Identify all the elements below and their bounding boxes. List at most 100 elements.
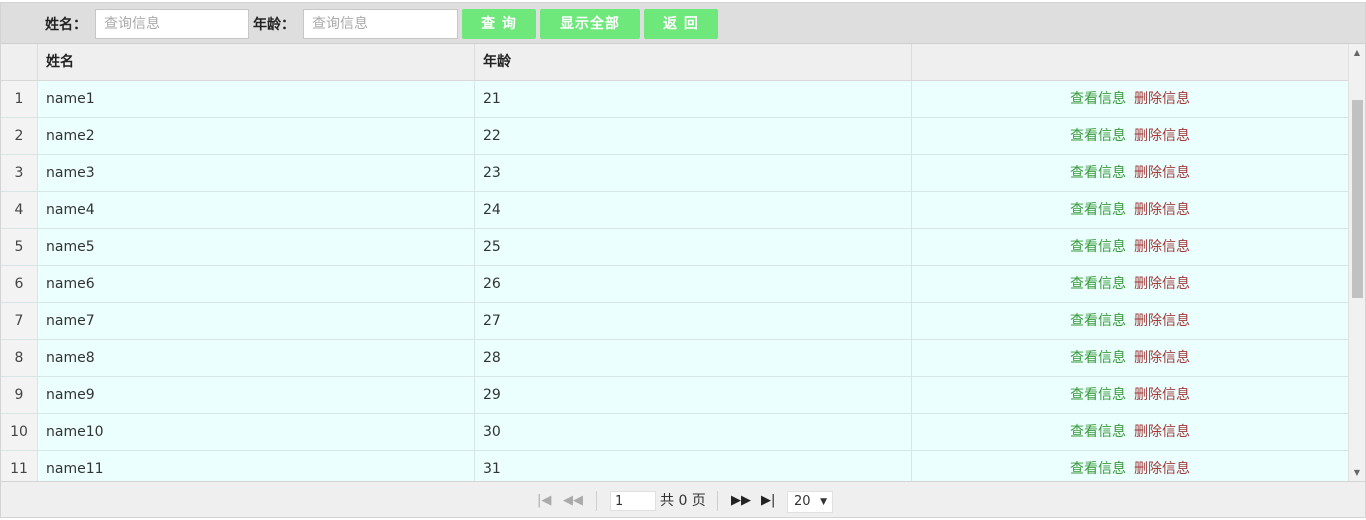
table-body: 1 name1 21 查看信息 删除信息 2 name2 22 查看信息 删除信息 3 name3 23… — [1, 81, 1348, 481]
row-number: 4 — [1, 192, 38, 228]
vertical-scrollbar[interactable]: ▲ ▼ — [1348, 44, 1365, 481]
first-page-icon[interactable]: |◀ — [537, 491, 551, 511]
last-page-icon[interactable]: ▶| — [761, 491, 775, 511]
age-cell: 22 — [475, 118, 912, 154]
row-number: 7 — [1, 303, 38, 339]
next-page-icon[interactable]: ▶▶ — [731, 491, 751, 511]
delete-info-link[interactable]: 删除信息 — [1134, 239, 1190, 255]
pager-divider — [717, 491, 718, 511]
table-row[interactable]: 10 name10 30 查看信息 删除信息 — [1, 414, 1348, 451]
name-cell: name10 — [38, 414, 475, 450]
name-cell: name4 — [38, 192, 475, 228]
page-size-value: 20 — [794, 494, 811, 509]
view-info-link[interactable]: 查看信息 — [1070, 461, 1126, 477]
scrollbar-thumb[interactable] — [1352, 100, 1363, 298]
row-number: 1 — [1, 81, 38, 117]
age-cell: 23 — [475, 155, 912, 191]
view-info-link[interactable]: 查看信息 — [1070, 387, 1126, 403]
page-number-input[interactable] — [610, 491, 656, 511]
actions-cell: 查看信息 删除信息 — [912, 303, 1348, 339]
view-info-link[interactable]: 查看信息 — [1070, 128, 1126, 144]
header-age[interactable]: 年龄 — [475, 44, 912, 81]
table-row[interactable]: 2 name2 22 查看信息 删除信息 — [1, 118, 1348, 155]
age-label: 年龄： — [253, 17, 295, 33]
delete-info-link[interactable]: 删除信息 — [1134, 276, 1190, 292]
search-toolbar: 姓名： 年龄： 查 询 显示全部 返 回 — [1, 3, 1365, 44]
actions-cell: 查看信息 删除信息 — [912, 155, 1348, 191]
row-number: 9 — [1, 377, 38, 413]
view-info-link[interactable]: 查看信息 — [1070, 239, 1126, 255]
table-row[interactable]: 7 name7 27 查看信息 删除信息 — [1, 303, 1348, 340]
age-cell: 31 — [475, 451, 912, 481]
total-pages-text: 共 0 页 — [660, 493, 706, 509]
view-info-link[interactable]: 查看信息 — [1070, 276, 1126, 292]
age-cell: 24 — [475, 192, 912, 228]
actions-cell: 查看信息 删除信息 — [912, 451, 1348, 481]
table-row[interactable]: 1 name1 21 查看信息 删除信息 — [1, 81, 1348, 118]
view-info-link[interactable]: 查看信息 — [1070, 202, 1126, 218]
row-number: 11 — [1, 451, 38, 481]
view-info-link[interactable]: 查看信息 — [1070, 91, 1126, 107]
view-info-link[interactable]: 查看信息 — [1070, 165, 1126, 181]
name-cell: name8 — [38, 340, 475, 376]
delete-info-link[interactable]: 删除信息 — [1134, 424, 1190, 440]
delete-info-link[interactable]: 删除信息 — [1134, 387, 1190, 403]
delete-info-link[interactable]: 删除信息 — [1134, 128, 1190, 144]
table-row[interactable]: 4 name4 24 查看信息 删除信息 — [1, 192, 1348, 229]
actions-cell: 查看信息 删除信息 — [912, 414, 1348, 450]
delete-info-link[interactable]: 删除信息 — [1134, 313, 1190, 329]
table-row[interactable]: 8 name8 28 查看信息 删除信息 — [1, 340, 1348, 377]
age-cell: 27 — [475, 303, 912, 339]
age-search-input[interactable] — [303, 9, 458, 39]
delete-info-link[interactable]: 删除信息 — [1134, 461, 1190, 477]
header-rownum — [1, 44, 38, 81]
actions-cell: 查看信息 删除信息 — [912, 377, 1348, 413]
show-all-button[interactable]: 显示全部 — [540, 9, 640, 39]
delete-info-link[interactable]: 删除信息 — [1134, 350, 1190, 366]
table-header: 姓名 年龄 — [1, 44, 1348, 81]
actions-cell: 查看信息 删除信息 — [912, 192, 1348, 228]
age-cell: 29 — [475, 377, 912, 413]
header-name[interactable]: 姓名 — [38, 44, 475, 81]
name-cell: name7 — [38, 303, 475, 339]
scroll-down-arrow-icon[interactable]: ▼ — [1349, 464, 1365, 481]
data-grid-panel: 姓名： 年龄： 查 询 显示全部 返 回 姓名 年龄 1name121查看信息删… — [0, 2, 1366, 518]
row-number: 5 — [1, 229, 38, 265]
page-size-select[interactable]: 20 ▼ — [787, 491, 833, 513]
table-row[interactable]: 9 name9 29 查看信息 删除信息 — [1, 377, 1348, 414]
name-cell: name5 — [38, 229, 475, 265]
pagination-bar: |◀ ◀◀ 共 0 页 ▶▶ ▶| 20 ▼ — [1, 481, 1365, 517]
data-table: 姓名 年龄 1 name1 21 查看信息 删除信息 2 name2 22 查看信息 删除信息 3 n… — [1, 44, 1348, 481]
row-number: 6 — [1, 266, 38, 302]
query-button[interactable]: 查 询 — [462, 9, 536, 39]
delete-info-link[interactable]: 删除信息 — [1134, 91, 1190, 107]
actions-cell: 查看信息 删除信息 — [912, 81, 1348, 117]
delete-info-link[interactable]: 删除信息 — [1134, 165, 1190, 181]
scroll-up-arrow-icon[interactable]: ▲ — [1349, 44, 1365, 61]
table-row[interactable]: 6 name6 26 查看信息 删除信息 — [1, 266, 1348, 303]
row-number: 10 — [1, 414, 38, 450]
name-cell: name9 — [38, 377, 475, 413]
name-cell: name6 — [38, 266, 475, 302]
delete-info-link[interactable]: 删除信息 — [1134, 202, 1190, 218]
view-info-link[interactable]: 查看信息 — [1070, 424, 1126, 440]
actions-cell: 查看信息 删除信息 — [912, 340, 1348, 376]
view-info-link[interactable]: 查看信息 — [1070, 313, 1126, 329]
name-cell: name11 — [38, 451, 475, 481]
header-actions — [912, 44, 1348, 81]
table-row[interactable]: 5 name5 25 查看信息 删除信息 — [1, 229, 1348, 266]
name-cell: name3 — [38, 155, 475, 191]
name-search-input[interactable] — [95, 9, 249, 39]
actions-cell: 查看信息 删除信息 — [912, 229, 1348, 265]
actions-cell: 查看信息 删除信息 — [912, 266, 1348, 302]
age-cell: 30 — [475, 414, 912, 450]
back-button[interactable]: 返 回 — [644, 9, 718, 39]
age-cell: 28 — [475, 340, 912, 376]
prev-page-icon[interactable]: ◀◀ — [563, 491, 583, 511]
view-info-link[interactable]: 查看信息 — [1070, 350, 1126, 366]
table-row[interactable]: 11 name11 31 查看信息 删除信息 — [1, 451, 1348, 481]
age-cell: 21 — [475, 81, 912, 117]
row-number: 3 — [1, 155, 38, 191]
table-row[interactable]: 3 name3 23 查看信息 删除信息 — [1, 155, 1348, 192]
row-number: 8 — [1, 340, 38, 376]
